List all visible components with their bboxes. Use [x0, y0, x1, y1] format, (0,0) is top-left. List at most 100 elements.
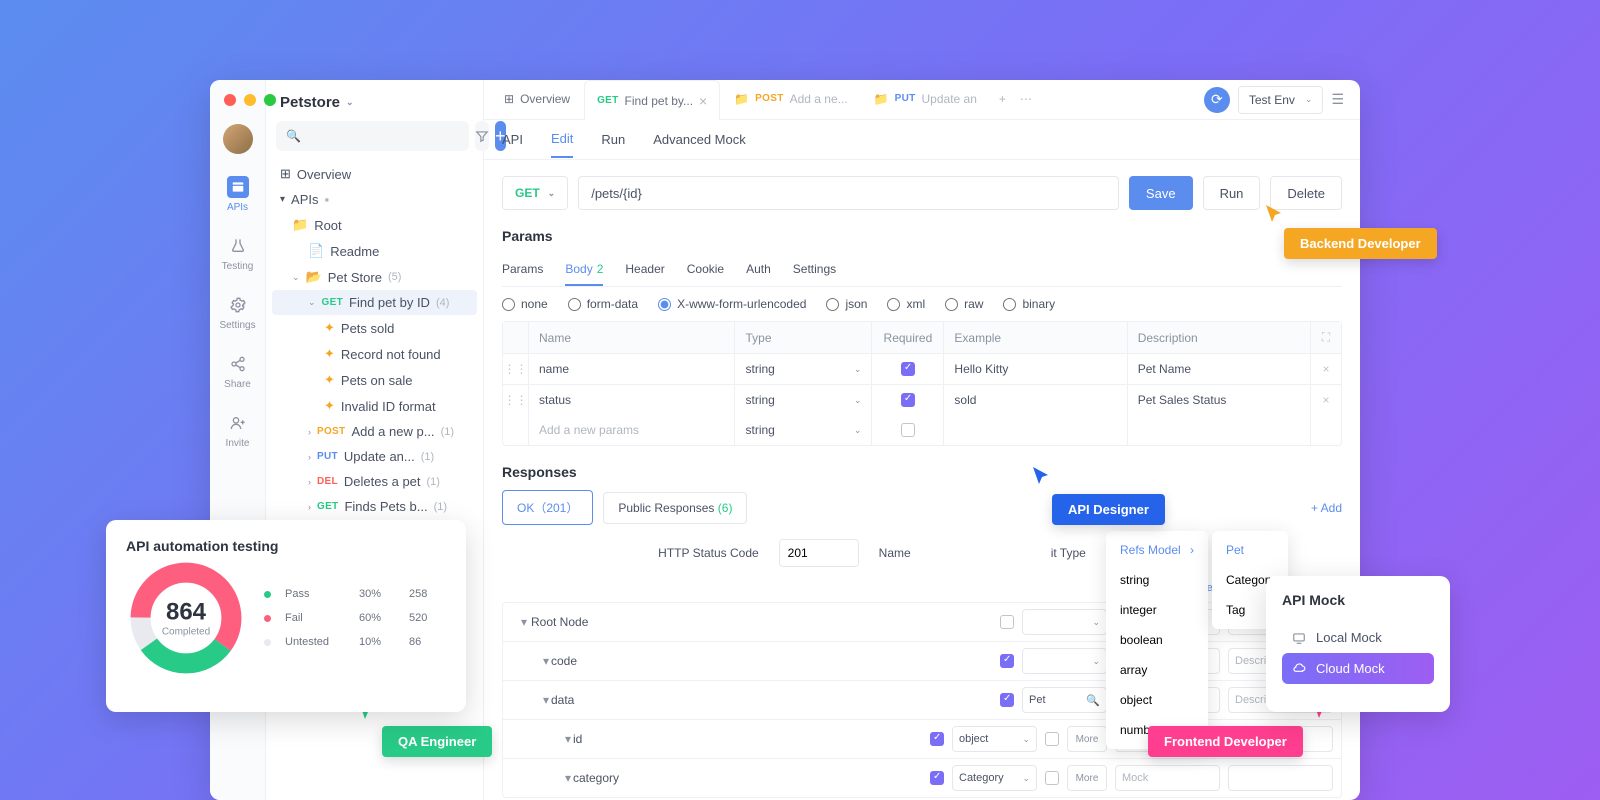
add-param-input[interactable]: Add a new params: [529, 415, 735, 445]
refresh-button[interactable]: ⟳: [1204, 87, 1230, 113]
tree-get2[interactable]: ›GETFinds Pets b...(1): [272, 494, 477, 519]
param-name[interactable]: name: [529, 354, 735, 384]
caret-icon[interactable]: ▾: [511, 693, 543, 707]
tree-notfound[interactable]: ✦Record not found: [272, 341, 477, 367]
remove-icon[interactable]: ×: [1311, 385, 1341, 415]
run-button[interactable]: Run: [1203, 176, 1261, 210]
checkbox[interactable]: [930, 771, 944, 785]
field-name[interactable]: category: [573, 771, 922, 785]
caret-icon[interactable]: ▾: [511, 732, 565, 746]
radio-form-data[interactable]: form-data: [568, 297, 638, 311]
tab-find[interactable]: GETFind pet by...×: [584, 80, 720, 120]
drag-icon[interactable]: ⋮⋮: [503, 354, 529, 384]
expand-icon[interactable]: ⛶: [1311, 322, 1341, 353]
search-input[interactable]: [276, 121, 469, 151]
caret-icon[interactable]: ▾: [511, 654, 543, 668]
tree-post[interactable]: ›POSTAdd a new p...(1): [272, 419, 477, 444]
ptab-auth[interactable]: Auth: [746, 254, 771, 286]
ptab-params[interactable]: Params: [502, 254, 543, 286]
dd-item[interactable]: array: [1106, 655, 1208, 685]
tree-put[interactable]: ›PUTUpdate an...(1): [272, 444, 477, 469]
tree-apis[interactable]: ▾APIs▪: [272, 187, 477, 212]
caret-icon[interactable]: ▾: [511, 771, 565, 785]
dd-item[interactable]: boolean: [1106, 625, 1208, 655]
nav-apis[interactable]: APIs: [220, 176, 256, 213]
tree-del[interactable]: ›DELDeletes a pet(1): [272, 469, 477, 494]
more-button[interactable]: More: [1067, 726, 1107, 752]
ptab-header[interactable]: Header: [625, 254, 664, 286]
tree-overview[interactable]: ⊞Overview: [272, 161, 477, 187]
type-input[interactable]: ⌄: [1022, 648, 1107, 674]
ptab-settings[interactable]: Settings: [793, 254, 836, 286]
nav-invite[interactable]: Invite: [220, 412, 256, 449]
radio-X-www-form-urlencoded[interactable]: X-www-form-urlencoded: [658, 297, 806, 311]
env-select[interactable]: Test Env⌄: [1238, 86, 1324, 114]
checkbox[interactable]: [901, 393, 915, 407]
tree-root[interactable]: 📁Root: [272, 212, 477, 238]
param-example[interactable]: Hello Kitty: [944, 354, 1127, 384]
nav-settings[interactable]: Settings: [220, 294, 256, 331]
param-name[interactable]: status: [529, 385, 735, 415]
tab-more[interactable]: ⋯: [1016, 80, 1036, 119]
ptab-body[interactable]: Body2: [565, 254, 603, 286]
desc-input[interactable]: [1228, 765, 1333, 791]
field-name[interactable]: id: [573, 732, 922, 746]
type-input[interactable]: Pet🔍: [1022, 687, 1107, 713]
resp-public[interactable]: Public Responses (6): [603, 492, 747, 524]
drag-icon[interactable]: ⋮⋮: [503, 385, 529, 415]
tree-find-pet[interactable]: ⌄GETFind pet by ID(4): [272, 290, 477, 315]
tree-sale[interactable]: ✦Pets on sale: [272, 367, 477, 393]
project-title[interactable]: Petstore⌄: [266, 80, 483, 121]
caret-icon[interactable]: ▾: [511, 615, 523, 629]
save-button[interactable]: Save: [1129, 176, 1193, 210]
tree-invalid[interactable]: ✦Invalid ID format: [272, 393, 477, 419]
dd-item[interactable]: Pet: [1212, 535, 1288, 565]
tree-readme[interactable]: 📄Readme: [272, 238, 477, 264]
subtab-mock[interactable]: Advanced Mock: [653, 122, 746, 157]
tree-petstore[interactable]: ⌄📂Pet Store(5): [272, 264, 477, 290]
refs-model[interactable]: Refs Model›: [1106, 535, 1208, 565]
subtab-run[interactable]: Run: [601, 122, 625, 157]
nav-share[interactable]: Share: [220, 353, 256, 390]
type-input[interactable]: ⌄: [1022, 609, 1107, 635]
checkbox[interactable]: [1045, 732, 1059, 746]
radio-binary[interactable]: binary: [1003, 297, 1055, 311]
field-name[interactable]: code: [551, 654, 992, 668]
nav-testing[interactable]: Testing: [220, 235, 256, 272]
type-input[interactable]: object⌄: [952, 726, 1037, 752]
menu-icon[interactable]: ☰: [1331, 91, 1344, 108]
checkbox[interactable]: [901, 423, 915, 437]
radio-raw[interactable]: raw: [945, 297, 983, 311]
radio-none[interactable]: none: [502, 297, 548, 311]
tab-add[interactable]: 📁POSTAdd a ne...: [722, 80, 859, 119]
remove-icon[interactable]: ×: [1311, 354, 1341, 384]
param-example[interactable]: sold: [944, 385, 1127, 415]
checkbox[interactable]: [1000, 615, 1014, 629]
field-name[interactable]: Root Node: [531, 615, 992, 629]
checkbox[interactable]: [1000, 654, 1014, 668]
mock-input[interactable]: Mock: [1115, 765, 1220, 791]
type-dropdown[interactable]: Refs Model› stringintegerbooleanarrayobj…: [1106, 531, 1208, 749]
local-mock[interactable]: Local Mock: [1282, 622, 1434, 653]
add-param-type[interactable]: string⌄: [735, 415, 872, 445]
checkbox[interactable]: [901, 362, 915, 376]
type-input[interactable]: Category⌄: [952, 765, 1037, 791]
checkbox[interactable]: [1000, 693, 1014, 707]
close-icon[interactable]: ×: [699, 93, 707, 109]
param-desc[interactable]: Pet Name: [1128, 354, 1311, 384]
method-select[interactable]: GET⌄: [502, 176, 568, 210]
more-button[interactable]: More: [1067, 765, 1107, 791]
cloud-mock[interactable]: Cloud Mock: [1282, 653, 1434, 684]
subtab-api[interactable]: API: [502, 122, 523, 157]
checkbox[interactable]: [1045, 771, 1059, 785]
add-response[interactable]: + Add: [1311, 501, 1342, 515]
dd-item[interactable]: integer: [1106, 595, 1208, 625]
tab-update[interactable]: 📁PUTUpdate an: [862, 80, 989, 119]
field-name[interactable]: data: [551, 693, 992, 707]
ptab-cookie[interactable]: Cookie: [687, 254, 724, 286]
tab-new[interactable]: +: [991, 80, 1014, 119]
dd-item[interactable]: string: [1106, 565, 1208, 595]
param-type[interactable]: string⌄: [735, 354, 872, 384]
param-type[interactable]: string⌄: [735, 385, 872, 415]
radio-json[interactable]: json: [826, 297, 867, 311]
